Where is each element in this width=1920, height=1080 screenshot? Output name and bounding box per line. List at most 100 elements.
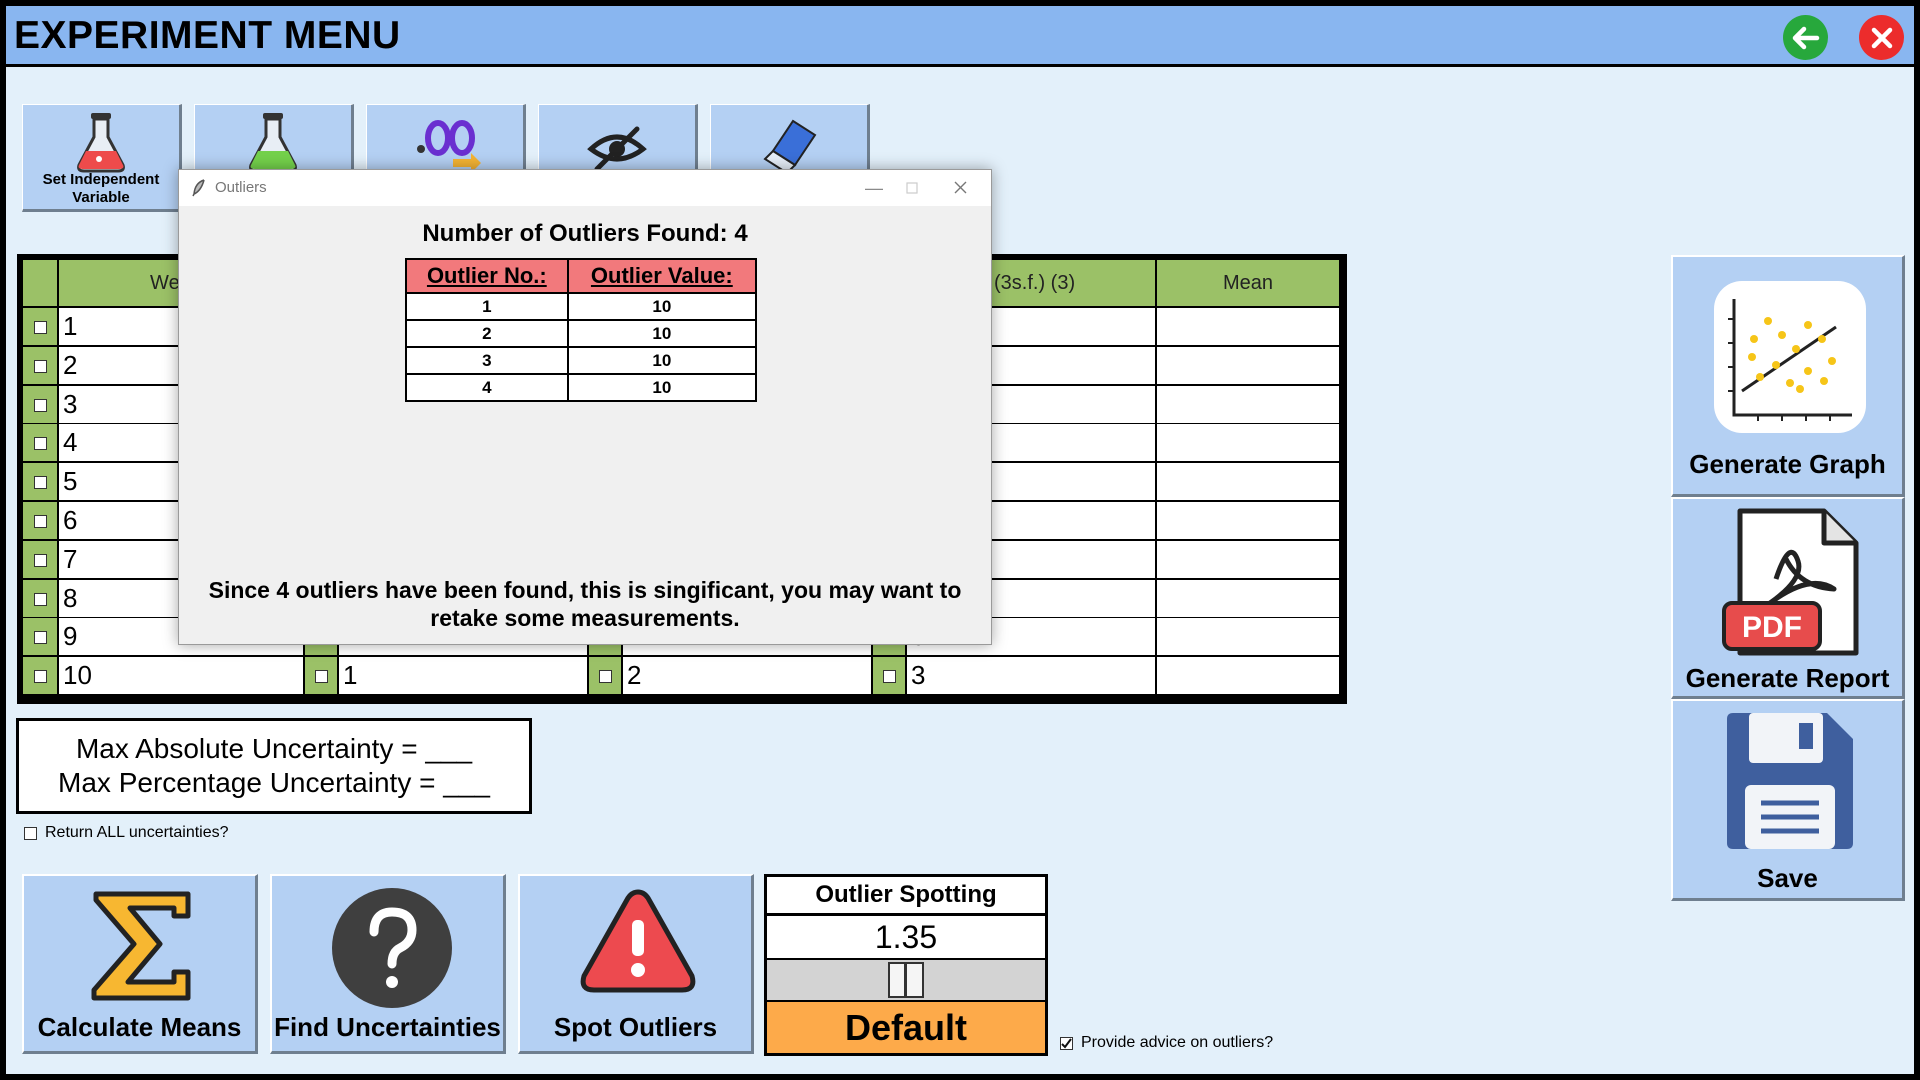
question-icon [332, 888, 452, 1008]
mean-cell [1157, 346, 1339, 384]
scatter-graph-icon [1714, 281, 1866, 433]
outlier-value: 10 [566, 373, 758, 402]
dialog-minimize-button[interactable]: — [859, 176, 889, 200]
outlier-value: 10 [566, 292, 758, 321]
outlier-no-header: Outlier No.: [405, 258, 569, 294]
floppy-disk-icon [1727, 713, 1853, 849]
reading-cell-1[interactable]: 1 [339, 657, 587, 695]
max-percentage-uncertainty: Max Percentage Uncertainty = ___ [58, 767, 490, 798]
dialog-title: Outliers [215, 179, 267, 196]
mean-cell [1157, 308, 1339, 345]
outlier-no: 4 [405, 373, 569, 402]
outlier-no: 2 [405, 319, 569, 348]
dialog-maximize-button[interactable] [897, 176, 927, 200]
hide-eye-icon [587, 126, 647, 172]
row-checkbox[interactable] [34, 670, 47, 684]
reading-checkbox[interactable] [883, 670, 896, 684]
table-row: 4 10 [405, 373, 758, 402]
row-checkbox[interactable] [34, 476, 47, 490]
set-independent-variable-button[interactable]: Set Independent Variable [22, 104, 182, 212]
maximize-icon [906, 182, 918, 194]
advice-line-1: Since 4 outliers have been found, this i… [208, 577, 962, 603]
generate-report-button[interactable]: PDF Generate Report [1671, 497, 1905, 699]
find-uncertainties-button[interactable]: Find Uncertainties [270, 874, 506, 1054]
save-label: Save [1757, 863, 1818, 893]
decimal-places-icon [417, 120, 481, 173]
close-icon [954, 181, 966, 194]
checkbox-box[interactable] [1060, 1036, 1073, 1050]
outliers-table-header: Outlier No.: Outlier Value: [405, 258, 758, 294]
eraser-icon [763, 119, 817, 173]
row-checkbox[interactable] [34, 553, 47, 567]
outliers-dialog: Outliers — Number of Outliers Found: 4 O… [178, 169, 992, 645]
dialog-close-button[interactable] [945, 176, 975, 200]
outlier-spotting-title: Outlier Spotting [767, 877, 1045, 913]
find-uncertainties-label: Find Uncertainties [274, 1012, 501, 1042]
provide-advice-label: Provide advice on outliers? [1081, 1034, 1274, 1051]
outlier-threshold-value: 1.35 [767, 916, 1045, 958]
mean-cell [1157, 385, 1339, 423]
default-button[interactable]: Default [767, 1002, 1045, 1053]
outliers-table: Outlier No.: Outlier Value: 1 10 2 10 3 … [405, 258, 758, 402]
outlier-threshold-slider[interactable] [767, 960, 1045, 1000]
save-button[interactable]: Save [1671, 699, 1905, 901]
close-icon [1871, 27, 1892, 48]
sigma-icon [91, 891, 191, 1001]
advice-line-2: retake some measurements. [430, 605, 740, 631]
mean-cell [1157, 502, 1339, 539]
spot-outliers-button[interactable]: Spot Outliers [518, 874, 754, 1054]
table-row: 1 10 [405, 292, 758, 321]
row-checkbox[interactable] [34, 437, 47, 451]
row-checkbox[interactable] [34, 631, 47, 645]
weight-cell[interactable]: 10 [59, 657, 303, 695]
outlier-value: 10 [566, 346, 758, 375]
checkmark-icon [1061, 1037, 1072, 1049]
outlier-value-header: Outlier Value: [566, 258, 758, 294]
feather-icon [192, 179, 205, 197]
svg-text:PDF: PDF [1742, 611, 1802, 644]
mean-cell [1157, 463, 1339, 501]
mean-cell [1157, 424, 1339, 462]
outlier-spotting-panel: Outlier Spotting 1.35 Default [764, 874, 1048, 1056]
set-independent-variable-label: Set Independent Variable [42, 171, 160, 206]
generate-graph-button[interactable]: Generate Graph [1671, 255, 1905, 497]
max-absolute-uncertainty: Max Absolute Uncertainty = ___ [75, 733, 473, 764]
slider-thumb[interactable] [888, 962, 924, 998]
outlier-no: 3 [405, 346, 569, 375]
title-bar: EXPERIMENT MENU [6, 6, 1914, 67]
calculate-means-button[interactable]: Calculate Means [22, 874, 258, 1054]
return-all-uncertainties-label: Return ALL uncertainties? [45, 824, 229, 841]
table-corner [23, 260, 57, 306]
row-checkbox[interactable] [34, 359, 47, 373]
dialog-title-bar: Outliers — [179, 170, 991, 206]
mean-cell [1157, 618, 1339, 656]
reading-cell-2[interactable]: 2 [623, 657, 871, 695]
experiment-menu-window: EXPERIMENT MENU Set Independent Variable [6, 6, 1914, 1074]
row-checkbox[interactable] [34, 592, 47, 606]
checkbox-box[interactable] [24, 826, 37, 840]
uncertainty-box: Max Absolute Uncertainty = ___ Max Perce… [16, 718, 532, 814]
row-checkbox[interactable] [34, 515, 47, 528]
reading-checkbox[interactable] [315, 670, 328, 684]
spot-outliers-label: Spot Outliers [553, 1012, 718, 1042]
reading-checkbox[interactable] [599, 670, 612, 684]
reading-cell-3[interactable]: 3 [907, 657, 1155, 695]
pdf-file-icon: PDF [1722, 508, 1859, 656]
warning-icon [580, 889, 696, 993]
close-button[interactable] [1859, 15, 1904, 60]
generate-report-label: Generate Report [1685, 663, 1890, 693]
flask-green-icon [249, 113, 297, 173]
row-checkbox[interactable] [34, 398, 47, 412]
generate-graph-label: Generate Graph [1689, 449, 1886, 479]
calculate-means-label: Calculate Means [37, 1012, 242, 1042]
outlier-value: 10 [566, 319, 758, 348]
back-button[interactable] [1783, 15, 1828, 60]
outliers-advice-message: Since 4 outliers have been found, this i… [179, 576, 991, 632]
return-all-uncertainties-checkbox[interactable]: Return ALL uncertainties? [24, 824, 229, 842]
outlier-no: 1 [405, 292, 569, 321]
header-mean: Mean [1157, 260, 1339, 306]
provide-advice-checkbox[interactable]: Provide advice on outliers? [1060, 1034, 1273, 1052]
table-row: 2 10 [405, 319, 758, 348]
row-checkbox[interactable] [34, 321, 47, 334]
arrow-left-icon [1792, 26, 1819, 49]
